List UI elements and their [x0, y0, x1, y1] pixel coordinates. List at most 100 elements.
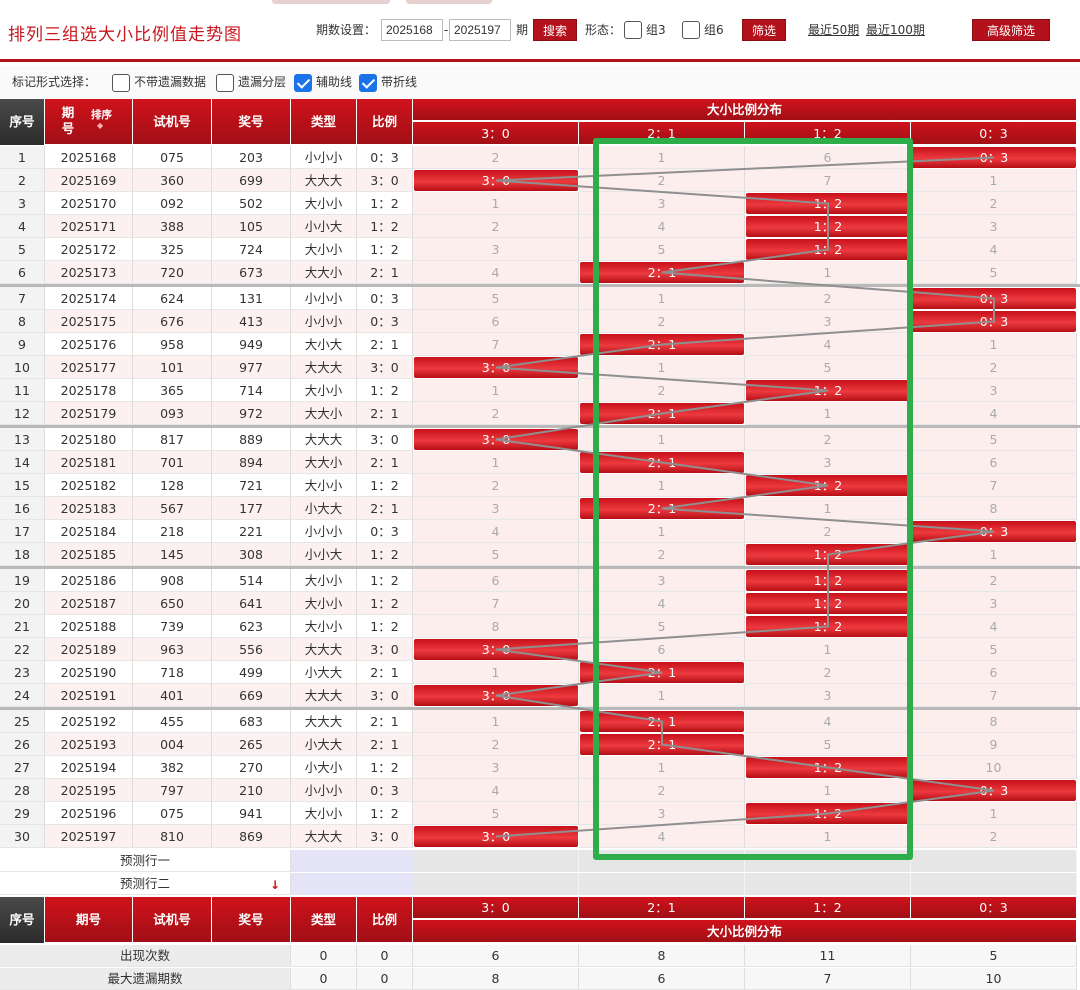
predict-cell[interactable]: [413, 873, 579, 895]
row-period: 2025182: [45, 474, 133, 497]
row-trial: 797: [133, 779, 212, 802]
predict-row-one[interactable]: 预测行一: [0, 850, 291, 872]
predict-cell[interactable]: [413, 850, 579, 872]
row-prize: 221: [212, 520, 291, 543]
row-ratio: 0：3: [357, 287, 413, 310]
missing-count-cell: 1: [911, 333, 1077, 356]
group3-checkbox[interactable]: [624, 21, 642, 39]
period-to-input[interactable]: [449, 19, 511, 41]
row-period: 2025188: [45, 615, 133, 638]
row-period: 2025196: [45, 802, 133, 825]
footer-period: 期号: [45, 897, 133, 943]
search-button[interactable]: 搜索: [533, 19, 577, 41]
footer-seq: 序号: [0, 897, 45, 943]
missing-count-cell: 7: [911, 684, 1077, 707]
row-type: 大大大: [291, 825, 357, 848]
row-trial: 075: [133, 802, 212, 825]
recent-100-link[interactable]: 最近100期: [866, 20, 925, 40]
missing-count-cell: 5: [413, 802, 579, 825]
row-type: 小小小: [291, 520, 357, 543]
row-type: 大小小: [291, 615, 357, 638]
guide-line-checkbox[interactable]: [294, 74, 312, 92]
highlight-box: [593, 138, 913, 860]
missing-count-cell: 6: [911, 451, 1077, 474]
row-type: 小大小: [291, 756, 357, 779]
row-ratio: 1：2: [357, 192, 413, 215]
row-trial: 701: [133, 451, 212, 474]
row-type: 大小小: [291, 569, 357, 592]
missing-layer-checkbox[interactable]: [216, 74, 234, 92]
filter-button[interactable]: 筛选: [742, 19, 786, 41]
row-seq: 30: [0, 825, 45, 848]
row-period: 2025184: [45, 520, 133, 543]
ratio-hit-cell: 0：3: [912, 288, 1076, 309]
footer-ratio-col: 3：0: [413, 897, 579, 919]
polyline-checkbox[interactable]: [359, 74, 377, 92]
stat-ratio: 0: [357, 968, 413, 990]
header-type: 类型: [291, 99, 357, 145]
row-trial: 963: [133, 638, 212, 661]
row-ratio: 1：2: [357, 543, 413, 566]
recent-50-link[interactable]: 最近50期: [808, 20, 859, 40]
form-label: 形态：: [585, 23, 622, 37]
row-type: 大大大: [291, 684, 357, 707]
row-ratio: 1：2: [357, 379, 413, 402]
row-period: 2025192: [45, 710, 133, 733]
row-period: 2025178: [45, 379, 133, 402]
row-trial: 720: [133, 261, 212, 284]
row-seq: 3: [0, 192, 45, 215]
predict-row-two[interactable]: 预测行二: [0, 873, 291, 895]
predict-cell[interactable]: [579, 873, 745, 895]
row-period: 2025173: [45, 261, 133, 284]
sort-button[interactable]: 排序: [91, 107, 112, 122]
row-seq: 25: [0, 710, 45, 733]
row-prize: 177: [212, 497, 291, 520]
missing-count-cell: 4: [413, 261, 579, 284]
header-ratio: 比例: [357, 99, 413, 145]
period-from-input[interactable]: [381, 19, 443, 41]
period-separator: -: [444, 23, 449, 37]
header-prize: 奖号: [212, 99, 291, 145]
row-prize: 972: [212, 402, 291, 425]
row-period: 2025168: [45, 146, 133, 169]
predict-cell[interactable]: [745, 873, 911, 895]
group3-label: 组3: [646, 23, 666, 37]
row-period: 2025185: [45, 543, 133, 566]
missing-count-cell: 3: [413, 497, 579, 520]
row-type: 小小小: [291, 310, 357, 333]
predict-cell[interactable]: [911, 873, 1077, 895]
row-type: 小大大: [291, 497, 357, 520]
row-ratio: 2：1: [357, 497, 413, 520]
row-prize: 724: [212, 238, 291, 261]
row-prize: 714: [212, 379, 291, 402]
row-type: 大小小: [291, 379, 357, 402]
ratio-hit-cell: 3：0: [414, 685, 578, 706]
row-period: 2025170: [45, 192, 133, 215]
row-type: 大大大: [291, 638, 357, 661]
row-ratio: 2：1: [357, 661, 413, 684]
row-prize: 699: [212, 169, 291, 192]
row-trial: 908: [133, 569, 212, 592]
row-ratio: 1：2: [357, 756, 413, 779]
ratio-hit-cell: 0：3: [912, 521, 1076, 542]
header-period: 期号 排序 ◆: [45, 99, 133, 145]
row-trial: 325: [133, 238, 212, 261]
page-title: 排列三组选大小比例值走势图: [8, 25, 242, 45]
predict-cell[interactable]: [911, 850, 1077, 872]
stat-value: 7: [745, 968, 911, 990]
group6-checkbox[interactable]: [682, 21, 700, 39]
missing-count-cell: 8: [911, 497, 1077, 520]
no-missing-data-checkbox[interactable]: [112, 74, 130, 92]
missing-count-cell: 2: [413, 146, 579, 169]
missing-count-cell: 1: [911, 802, 1077, 825]
header-period-text: 期号: [61, 105, 75, 136]
row-trial: 817: [133, 428, 212, 451]
mark-options-label: 标记形式选择：: [12, 75, 97, 89]
row-trial: 388: [133, 215, 212, 238]
row-type: 大小小: [291, 802, 357, 825]
row-trial: 676: [133, 310, 212, 333]
advanced-filter-button[interactable]: 高级筛选: [972, 19, 1050, 41]
footer-trial: 试机号: [133, 897, 212, 943]
ratio-hit-cell: 0：3: [912, 147, 1076, 168]
row-ratio: 2：1: [357, 451, 413, 474]
